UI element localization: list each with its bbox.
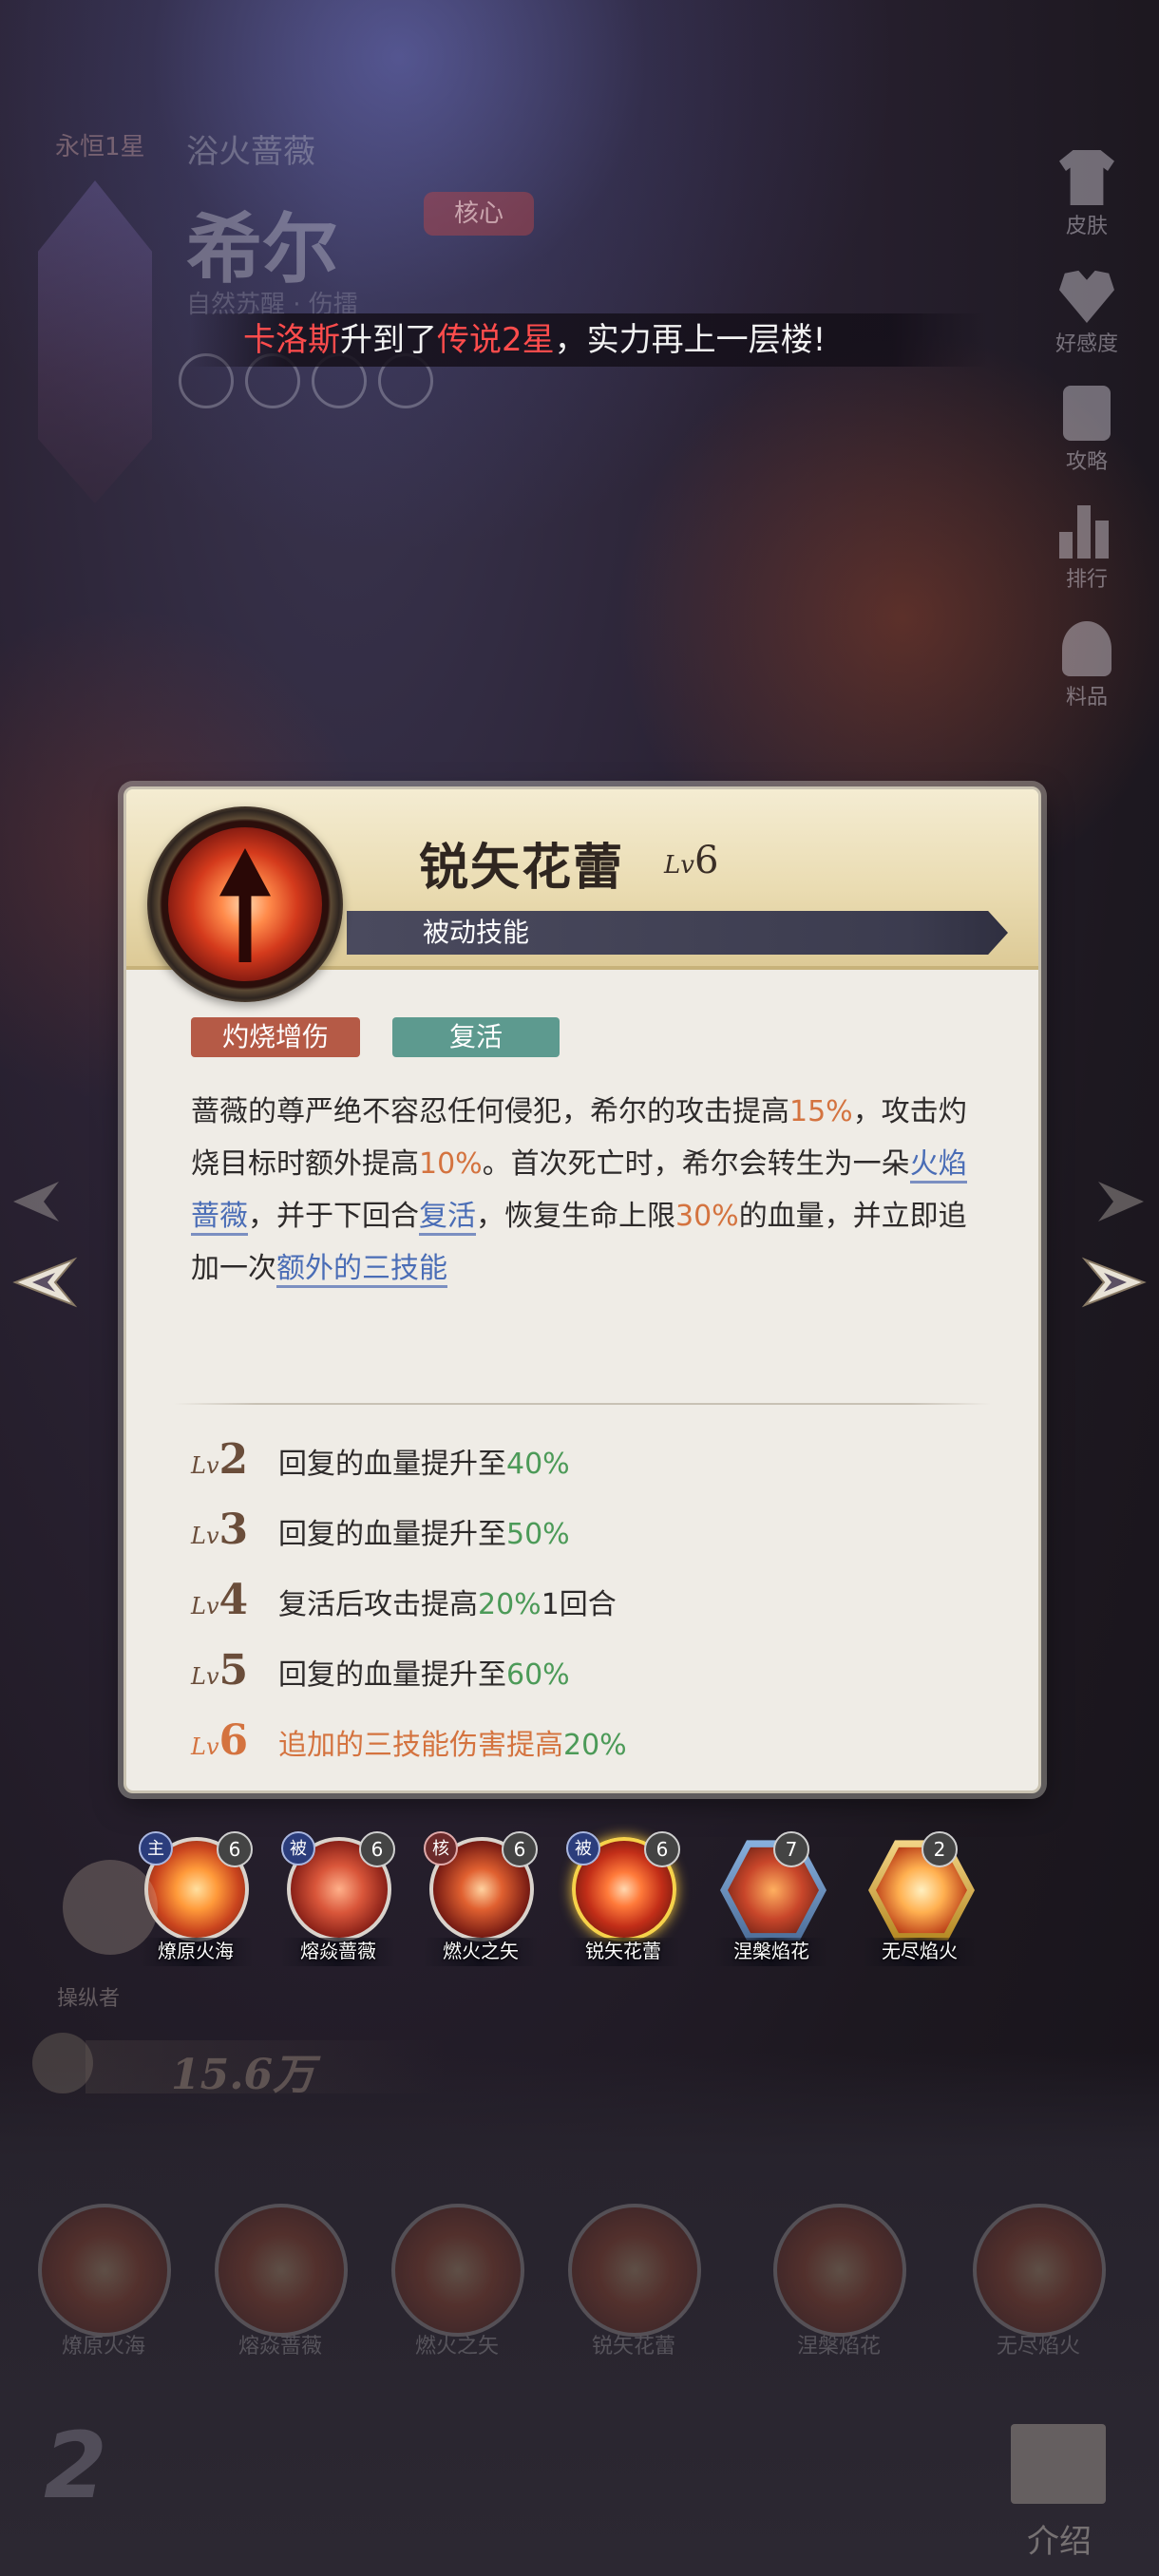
operator-label: 操纵者 <box>57 1987 121 2011</box>
hero-icon <box>1062 621 1112 676</box>
power-icon <box>32 2033 93 2093</box>
next-arrow-dim-icon <box>1098 1182 1144 1222</box>
ghost-skill-slot: 锐矢花蕾 <box>568 2204 711 2358</box>
level-bonus-list: Lv2 回复的血量提升至40% Lv3 回复的血量提升至50% Lv4 复活后攻… <box>191 1435 970 1787</box>
tag-burn-damage[interactable]: 灼烧增伤 <box>191 1017 360 1057</box>
skill-slot-label: 熔焱蔷薇 <box>300 1940 376 1962</box>
side-item-label: 攻略 <box>1065 450 1108 474</box>
ghost-skill-slot: 燃火之矢 <box>391 2204 534 2358</box>
tag-revive[interactable]: 复活 <box>392 1017 560 1057</box>
side-item-label: 料品 <box>1065 686 1108 710</box>
skill-slot-blazing-rose[interactable]: 被 6 熔焱蔷薇 <box>281 1831 395 1993</box>
guide-book-icon <box>1063 386 1111 441</box>
skill-level-badge: 6 <box>359 1831 395 1867</box>
intro-label: 介绍 <box>1027 2523 1092 2561</box>
level-bonus-row: Lv3 回复的血量提升至50% <box>191 1506 570 1554</box>
ranking-icon <box>1059 503 1114 559</box>
keyword-revive[interactable]: 复活 <box>419 1200 476 1236</box>
keyword-extra-skill[interactable]: 额外的三技能 <box>276 1252 447 1288</box>
skill-icon <box>38 2204 171 2337</box>
skill-icon <box>391 2204 524 2337</box>
hero-role-tag: 核心 <box>424 192 534 236</box>
level-bonus-row: Lv4 复活后攻击提高20%1回合 <box>191 1576 617 1624</box>
skill-level-badge: 6 <box>217 1831 253 1867</box>
side-menu: 皮肤 好感度 攻略 排行 料品 <box>1034 150 1140 710</box>
skill-icon <box>973 2204 1106 2337</box>
ghost-skill-slot: 燎原火海 <box>38 2204 180 2358</box>
level-bonus-row: Lv2 回复的血量提升至40% <box>191 1435 570 1484</box>
team-number: 2 <box>44 2413 107 2519</box>
intro-button[interactable]: 介绍 <box>998 2424 1121 2561</box>
ghost-skill-slot: 无尽焰火 <box>973 2204 1115 2358</box>
skill-type-badge: 核 <box>424 1831 458 1866</box>
skill-slot-label: 无尽焰火 <box>882 1940 958 1962</box>
side-item-label: 排行 <box>1065 568 1108 592</box>
ghost-skill-slot: 涅槃焰花 <box>773 2204 916 2358</box>
skill-level-badge: 2 <box>922 1831 958 1867</box>
heart-icon <box>1058 270 1114 323</box>
rank-tag: 永恒1星 <box>55 133 145 161</box>
ghost-skill-slot: 熔焱蔷薇 <box>215 2204 357 2358</box>
skill-type: 被动技能 <box>423 917 530 948</box>
skill-slot-endless-fireworks[interactable]: 2 无尽焰火 <box>863 1831 977 1993</box>
skill-icon <box>773 2204 906 2337</box>
side-item-guide[interactable]: 攻略 <box>1063 386 1111 475</box>
next-skill-arrow-icon[interactable] <box>1081 1256 1148 1309</box>
skill-level-badge: 6 <box>502 1831 538 1867</box>
side-item-label: 好感度 <box>1054 332 1118 356</box>
skill-level: Lv6 <box>664 839 719 882</box>
side-item-label: 皮肤 <box>1065 215 1108 238</box>
skill-detail-card: 被动技能 锐矢花蕾 Lv6 灼烧增伤 复活 蔷薇的尊严绝不容忍任何侵犯，希尔的攻… <box>124 786 1041 1793</box>
combat-power: 15.6万 <box>171 2051 315 2099</box>
level-bonus-row-current: Lv6 追加的三技能伤害提高20% <box>191 1716 627 1765</box>
skill-type-badge: 主 <box>139 1831 173 1866</box>
skill-name: 锐矢花蕾 <box>419 839 625 897</box>
skill-level-badge: 7 <box>773 1831 809 1867</box>
banner-rank: 传说2星 <box>437 321 555 359</box>
prev-skill-arrow-icon[interactable] <box>11 1256 78 1309</box>
book-icon <box>1011 2424 1106 2504</box>
skill-level-badge: 6 <box>644 1831 680 1867</box>
skill-slot-label: 涅槃焰花 <box>733 1940 809 1962</box>
banner-tail: ，实力再上一层楼! <box>554 321 826 359</box>
skill-icon <box>215 2204 348 2337</box>
skill-type-badge: 被 <box>281 1831 315 1866</box>
side-item-ranking[interactable]: 排行 <box>1059 503 1114 593</box>
hero-title: 浴火蔷薇 <box>186 133 315 171</box>
skill-icon <box>568 2204 701 2337</box>
level-bonus-row: Lv5 回复的血量提升至60% <box>191 1646 570 1695</box>
skill-description: 蔷薇的尊严绝不容忍任何侵犯，希尔的攻击提高15%，攻击灼烧目标时额外提高10%。… <box>191 1086 970 1295</box>
skill-slot-burning-arrow[interactable]: 核 6 燃火之矢 <box>424 1831 538 1993</box>
prev-arrow-dim-icon <box>13 1182 59 1222</box>
side-item-outfit[interactable]: 皮肤 <box>1059 150 1114 239</box>
skill-type-badge: 被 <box>566 1831 600 1866</box>
section-divider <box>174 1403 991 1405</box>
outfit-icon <box>1059 150 1114 205</box>
skill-slot-label: 锐矢花蕾 <box>585 1940 661 1962</box>
operator-avatar <box>63 1860 158 1955</box>
broadcast-banner: 卡洛斯升到了传说2星，实力再上一层楼! <box>190 313 988 367</box>
skill-slot-label: 燎原火海 <box>158 1940 234 1962</box>
side-item-hero[interactable]: 料品 <box>1062 621 1112 710</box>
skill-slot-label: 燃火之矢 <box>443 1940 519 1962</box>
hero-name: 希尔 <box>186 204 338 294</box>
banner-player: 卡洛斯 <box>243 321 340 359</box>
side-item-affinity[interactable]: 好感度 <box>1055 268 1118 357</box>
skill-slot-arrow-bud-selected[interactable]: 被 6 锐矢花蕾 <box>566 1831 680 1993</box>
banner-mid: 升到了 <box>340 321 437 359</box>
skill-slot-nirvana-flower[interactable]: 7 涅槃焰花 <box>714 1831 828 1993</box>
